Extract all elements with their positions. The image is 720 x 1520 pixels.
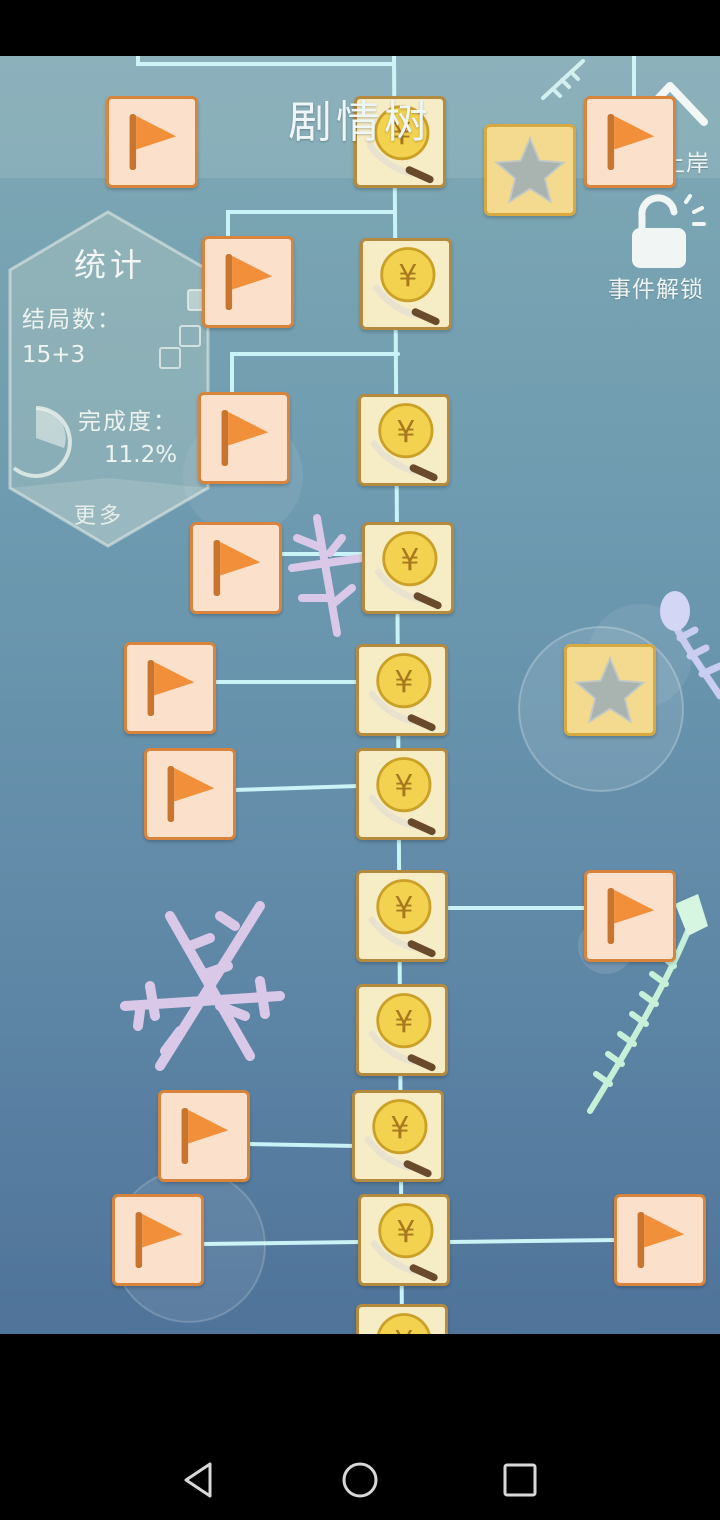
- home-nav-icon[interactable]: [340, 1460, 380, 1500]
- story-node-flag[interactable]: [584, 870, 676, 962]
- svg-text:¥: ¥: [394, 665, 413, 700]
- yen-coin-knife-icon: ¥: [372, 247, 440, 326]
- more-button[interactable]: 更多: [74, 498, 124, 530]
- orange-flag-icon: [637, 1211, 685, 1269]
- yen-coin-knife-icon: ¥: [377, 1313, 431, 1334]
- yen-coin-knife-icon: ¥: [368, 653, 436, 732]
- page-title: 剧情树: [288, 97, 432, 148]
- svg-text:¥: ¥: [394, 891, 413, 926]
- story-node-coin[interactable]: ¥: [358, 1194, 450, 1286]
- orange-flag-icon: [167, 765, 215, 823]
- orange-flag-icon: [213, 539, 261, 597]
- story-node-coin[interactable]: ¥: [356, 1304, 448, 1334]
- orange-flag-icon: [135, 1211, 183, 1269]
- svg-text:¥: ¥: [398, 259, 417, 294]
- yen-coin-knife-icon: ¥: [368, 879, 436, 958]
- story-node-flag[interactable]: [202, 236, 294, 328]
- completion-label: 完成度：: [78, 409, 178, 435]
- completion-value: 11.2%: [104, 442, 178, 468]
- svg-text:¥: ¥: [396, 415, 415, 450]
- story-node-flag[interactable]: [124, 642, 216, 734]
- stats-chart-icon: [159, 289, 208, 369]
- story-node-coin[interactable]: ¥: [356, 644, 448, 736]
- story-node-star[interactable]: [564, 644, 656, 736]
- system-navigation-bar: [0, 1334, 720, 1520]
- star-icon: [574, 655, 646, 724]
- yen-coin-knife-icon: ¥: [368, 993, 436, 1072]
- open-lock-icon[interactable]: [620, 194, 710, 274]
- story-node-coin[interactable]: ¥: [352, 1090, 444, 1182]
- orange-flag-icon: [225, 253, 273, 311]
- story-node-flag[interactable]: [614, 1194, 706, 1286]
- endings-label: 结局数：: [22, 307, 122, 333]
- story-node-flag[interactable]: [190, 522, 282, 614]
- svg-text:¥: ¥: [394, 1325, 413, 1334]
- orange-flag-icon: [607, 113, 655, 171]
- yen-coin-knife-icon: ¥: [374, 531, 442, 610]
- star-icon: [494, 135, 566, 204]
- story-node-coin[interactable]: ¥: [362, 522, 454, 614]
- story-node-flag[interactable]: [158, 1090, 250, 1182]
- svg-text:¥: ¥: [400, 543, 419, 578]
- svg-text:¥: ¥: [396, 1215, 415, 1250]
- coral-decor-large: [120, 901, 285, 1071]
- yen-coin-knife-icon: ¥: [368, 757, 436, 836]
- story-node-flag[interactable]: [112, 1194, 204, 1286]
- orange-flag-icon: [129, 113, 177, 171]
- svg-text:¥: ¥: [394, 769, 413, 804]
- svg-text:¥: ¥: [394, 1005, 413, 1040]
- story-node-coin[interactable]: ¥: [356, 870, 448, 962]
- endings-value: 15+3: [22, 342, 86, 368]
- back-nav-icon[interactable]: [180, 1460, 220, 1500]
- story-node-flag[interactable]: [584, 96, 676, 188]
- story-node-coin[interactable]: ¥: [356, 748, 448, 840]
- yen-coin-knife-icon: ¥: [364, 1099, 432, 1178]
- yen-coin-knife-icon: ¥: [370, 403, 438, 482]
- event-unlock-button[interactable]: 事件解锁: [608, 270, 704, 304]
- orange-flag-icon: [147, 659, 195, 717]
- story-node-coin[interactable]: ¥: [360, 238, 452, 330]
- recents-nav-icon[interactable]: [500, 1460, 540, 1500]
- story-node-flag[interactable]: [198, 392, 290, 484]
- story-node-flag[interactable]: [144, 748, 236, 840]
- story-node-coin[interactable]: ¥: [358, 394, 450, 486]
- fishbone-decor-purple: [660, 591, 720, 700]
- completion-pie-icon: [12, 406, 72, 478]
- coral-decor-small: [288, 514, 366, 637]
- story-node-coin[interactable]: ¥: [356, 984, 448, 1076]
- yen-coin-knife-icon: ¥: [370, 1203, 438, 1282]
- story-node-star[interactable]: [484, 124, 576, 216]
- stats-title: 统计: [74, 246, 147, 284]
- orange-flag-icon: [607, 887, 655, 945]
- svg-text:¥: ¥: [390, 1111, 409, 1146]
- game-screen: 统计 结局数： 15+3 完成度： 11.2% 更多 剧情树 上岸 事件解锁 ¥…: [0, 56, 720, 1334]
- orange-flag-icon: [221, 409, 269, 467]
- story-node-flag[interactable]: [106, 96, 198, 188]
- orange-flag-icon: [181, 1107, 229, 1165]
